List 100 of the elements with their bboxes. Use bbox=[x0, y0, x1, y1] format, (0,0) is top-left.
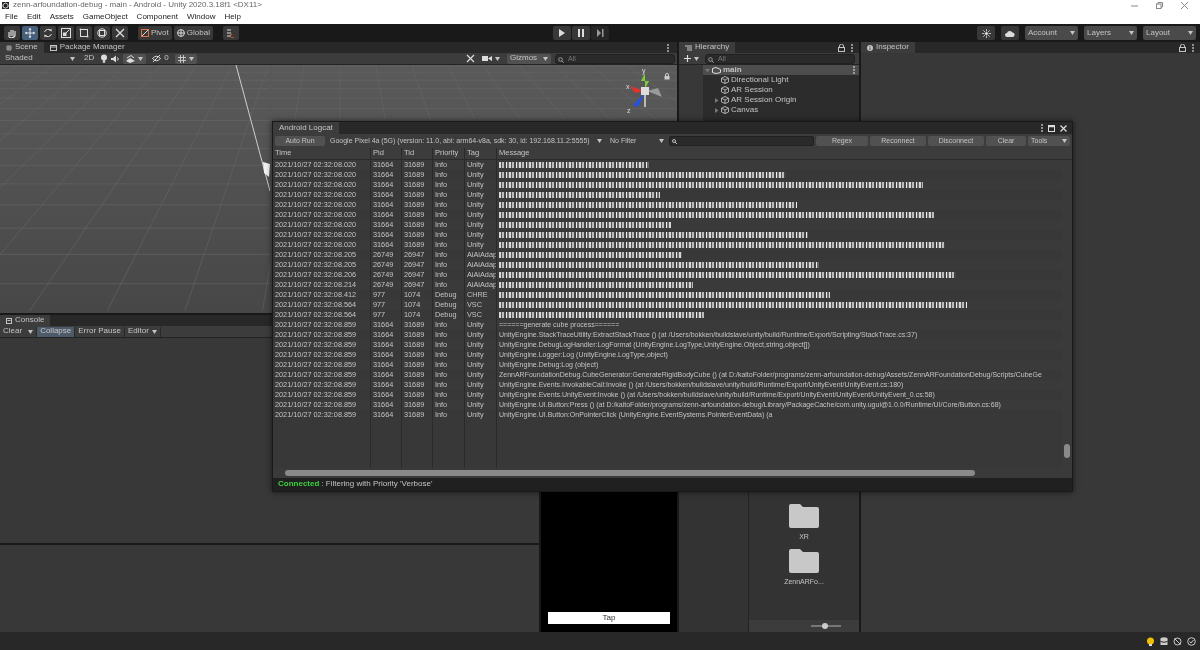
dropdown[interactable]: Layout bbox=[1143, 26, 1196, 40]
mode-2d-button[interactable]: 2D bbox=[81, 53, 98, 64]
menu-item[interactable]: Edit bbox=[26, 13, 41, 22]
global-button[interactable]: Global bbox=[173, 26, 213, 40]
caret-icon bbox=[597, 139, 602, 143]
scale-icon bbox=[61, 28, 71, 38]
hidden-objects-toggle[interactable]: 0 bbox=[149, 53, 172, 64]
effects-dropdown[interactable] bbox=[123, 53, 147, 64]
lock-icon[interactable] bbox=[1179, 43, 1186, 52]
tab[interactable]: Scene bbox=[0, 42, 44, 53]
pause-button[interactable] bbox=[571, 26, 590, 40]
cloud-button[interactable] bbox=[1001, 26, 1019, 40]
add-dropdown[interactable] bbox=[681, 53, 702, 64]
search-icon bbox=[672, 138, 677, 144]
lock-icon[interactable] bbox=[664, 73, 670, 80]
caret-icon bbox=[70, 56, 75, 61]
collapsed-arrow-icon[interactable] bbox=[714, 97, 719, 103]
pivot-icon bbox=[141, 29, 149, 37]
dropdown[interactable]: Account bbox=[1025, 26, 1078, 40]
cube-icon bbox=[721, 76, 729, 84]
tool-button[interactable] bbox=[22, 26, 38, 40]
lock-icon[interactable] bbox=[838, 43, 845, 52]
menu-item[interactable]: File bbox=[5, 13, 18, 22]
restore-icon[interactable] bbox=[1156, 2, 1163, 9]
folder-icon[interactable] bbox=[789, 504, 819, 528]
grid-icon bbox=[177, 54, 186, 63]
tab[interactable]: Hierarchy bbox=[679, 42, 736, 53]
play-icon bbox=[556, 28, 567, 38]
collab-button[interactable] bbox=[977, 26, 995, 40]
step-icon bbox=[594, 28, 605, 38]
hidden-eye-icon bbox=[152, 55, 162, 62]
tab[interactable]: Inspector bbox=[861, 42, 915, 53]
grid-icon bbox=[6, 44, 12, 51]
tool-button[interactable] bbox=[112, 26, 128, 40]
play-button[interactable] bbox=[552, 26, 571, 40]
collab-icon bbox=[981, 28, 991, 38]
caret-icon bbox=[138, 56, 144, 61]
light-bulb-icon[interactable] bbox=[100, 54, 109, 63]
menu-item[interactable]: Component bbox=[136, 13, 178, 22]
step-button[interactable] bbox=[590, 26, 609, 40]
search-icon bbox=[708, 56, 714, 63]
console-button[interactable]: Editor bbox=[124, 326, 161, 337]
console-button[interactable]: Collapse bbox=[37, 326, 76, 337]
move-icon bbox=[25, 28, 35, 38]
shading-dropdown[interactable]: Shaded bbox=[2, 53, 78, 64]
collapsed-arrow-icon[interactable] bbox=[714, 107, 719, 113]
tool-button[interactable] bbox=[4, 26, 20, 40]
hierarchy-item[interactable]: Directional Light bbox=[731, 75, 789, 85]
hierarchy-item[interactable]: Canvas bbox=[731, 105, 759, 115]
lightbulb-warning-icon bbox=[1146, 636, 1155, 646]
menu-item[interactable]: GameObject bbox=[82, 13, 128, 22]
transform-icon bbox=[97, 28, 107, 38]
folder-icon[interactable] bbox=[789, 548, 819, 573]
speaker-icon[interactable] bbox=[111, 54, 121, 63]
caret-icon bbox=[1129, 31, 1134, 35]
tap-button[interactable]: Tap bbox=[548, 612, 670, 624]
grid-snap-icon bbox=[226, 28, 236, 38]
debug-icon bbox=[1173, 636, 1182, 646]
gizmos-dropdown[interactable]: Gizmos bbox=[507, 53, 551, 64]
cube-icon bbox=[721, 106, 729, 114]
menu-item[interactable]: Assets bbox=[49, 13, 74, 22]
pivot-button[interactable]: Pivot bbox=[138, 26, 172, 40]
scroll-thumb[interactable] bbox=[1064, 444, 1070, 458]
caret-icon bbox=[1188, 31, 1193, 35]
search-icon bbox=[558, 56, 564, 63]
check-circle-icon bbox=[1187, 636, 1196, 646]
tab[interactable]: Package Manager bbox=[43, 42, 131, 53]
tool-button[interactable] bbox=[40, 26, 56, 40]
tab[interactable]: Android Logcat bbox=[273, 122, 339, 134]
dropdown[interactable]: Layers bbox=[1084, 26, 1137, 40]
hand-icon bbox=[7, 28, 17, 38]
tool-button[interactable] bbox=[76, 26, 92, 40]
menu-item[interactable]: Help bbox=[224, 13, 241, 22]
maximize-icon[interactable] bbox=[1048, 124, 1055, 132]
tools-icon[interactable] bbox=[466, 54, 475, 63]
caret-icon bbox=[1070, 31, 1075, 35]
rect-tool-icon bbox=[79, 28, 89, 38]
slider-thumb[interactable] bbox=[821, 623, 828, 629]
menu-item[interactable]: Window bbox=[186, 13, 216, 22]
grid-dropdown[interactable] bbox=[174, 53, 197, 64]
rotate-icon bbox=[43, 28, 53, 38]
hierarchy-item[interactable]: main bbox=[723, 65, 742, 75]
console-button[interactable]: Error Pause bbox=[75, 326, 125, 337]
scroll-thumb[interactable] bbox=[285, 470, 975, 476]
tab[interactable]: Console bbox=[0, 315, 51, 326]
tool-button[interactable] bbox=[94, 26, 110, 40]
caret-icon bbox=[659, 139, 664, 143]
search-field[interactable] bbox=[669, 136, 814, 146]
tools-icon bbox=[115, 28, 125, 38]
tool-button[interactable] bbox=[58, 26, 74, 40]
connection-status: Connected bbox=[278, 480, 320, 489]
horizontal-scrollbar[interactable] bbox=[273, 468, 1072, 478]
grid-snap-button[interactable] bbox=[222, 26, 239, 40]
console-icon bbox=[6, 317, 12, 324]
camera-dropdown[interactable] bbox=[479, 53, 503, 64]
caret-icon bbox=[1062, 139, 1067, 143]
hierarchy-item[interactable]: AR Session bbox=[731, 85, 773, 95]
cloud-icon bbox=[1005, 29, 1015, 37]
hierarchy-item[interactable]: AR Session Origin bbox=[731, 95, 797, 105]
camera-icon bbox=[482, 55, 492, 62]
